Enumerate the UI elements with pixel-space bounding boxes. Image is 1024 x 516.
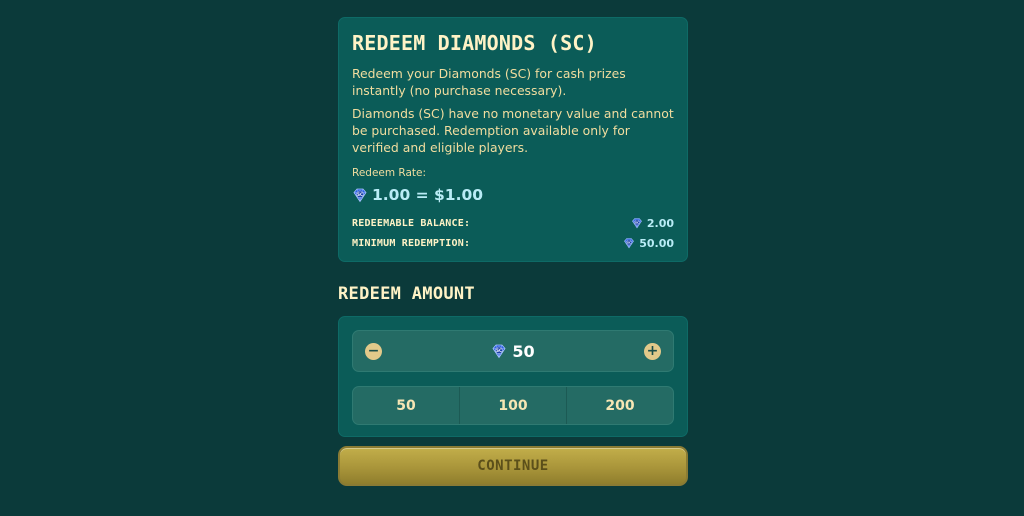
preset-amounts: 50 100 200 <box>352 386 674 425</box>
amount-value: 50 <box>512 341 535 361</box>
sc-diamond-icon <box>623 237 635 249</box>
redeem-info-card: REDEEM DIAMONDS (SC) Redeem your Diamond… <box>338 17 688 262</box>
preset-50-button[interactable]: 50 <box>353 387 460 424</box>
sc-diamond-icon <box>631 217 643 229</box>
minimum-redemption-row: MINIMUM REDEMPTION: 50.00 <box>352 233 674 253</box>
card-title: REDEEM DIAMONDS (SC) <box>352 31 597 55</box>
description-paragraph: Redeem your Diamonds (SC) for cash prize… <box>352 66 626 98</box>
redeem-rate-value: 1.00 = $1.00 <box>372 186 484 204</box>
redeem-rate-label: Redeem Rate: <box>352 167 427 179</box>
continue-label: CONTINUE <box>477 458 549 474</box>
redeem-amount-title: REDEEM AMOUNT <box>338 284 475 304</box>
sc-diamond-icon <box>491 343 507 359</box>
amount-display[interactable]: 50 <box>491 341 535 361</box>
amount-stepper: − 50 + <box>352 330 674 372</box>
disclaimer-paragraph: Diamonds (SC) have no monetary value and… <box>352 106 674 155</box>
minus-circle-icon[interactable]: − <box>365 342 382 360</box>
sc-diamond-icon <box>352 187 368 203</box>
plus-circle-icon[interactable]: + <box>643 342 661 360</box>
continue-button[interactable]: CONTINUE <box>338 446 688 486</box>
preset-200-button[interactable]: 200 <box>567 387 673 424</box>
minimum-redemption-value: 50.00 <box>639 236 674 250</box>
redeem-rate-row: 1.00 = $1.00 <box>352 184 674 206</box>
minimum-redemption: 50.00 <box>623 237 674 250</box>
redeemable-balance: 2.00 <box>631 217 674 230</box>
preset-100-button[interactable]: 100 <box>460 387 567 424</box>
minimum-redemption-label: MINIMUM REDEMPTION: <box>352 237 471 249</box>
redeemable-balance-label: REDEEMABLE BALANCE: <box>352 217 471 229</box>
redeemable-balance-row: REDEEMABLE BALANCE: 2.00 <box>352 213 674 233</box>
redeem-amount-box: − 50 + 50 100 200 <box>338 316 688 437</box>
redeemable-balance-value: 2.00 <box>646 216 674 230</box>
